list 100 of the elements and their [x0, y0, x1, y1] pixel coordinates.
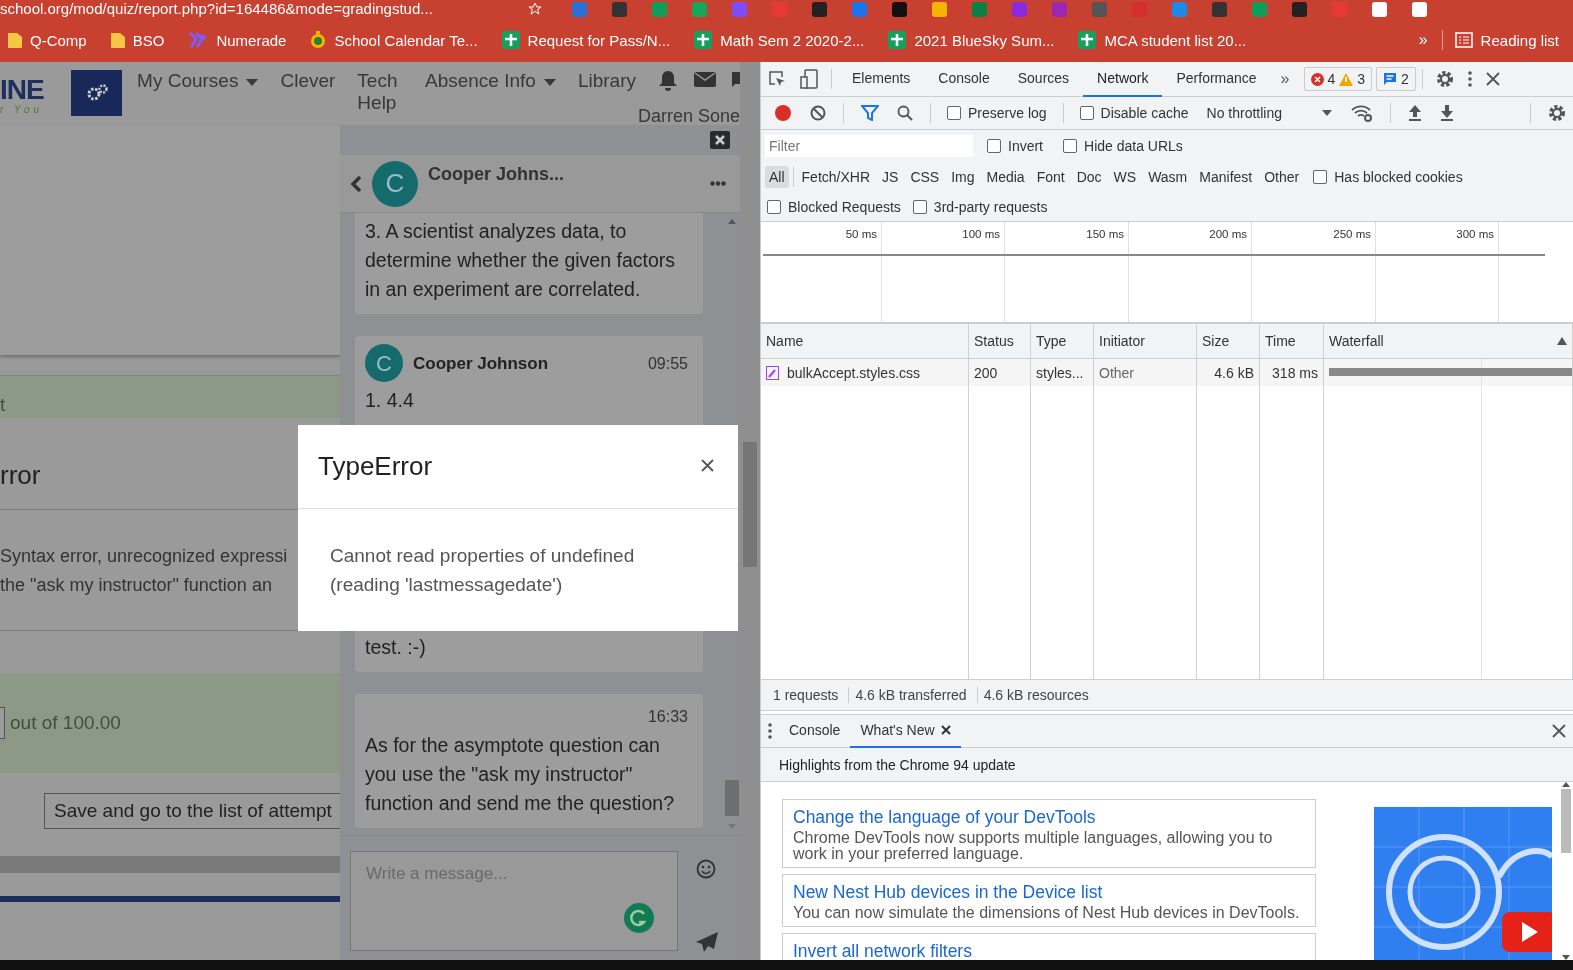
extension-icon[interactable]: [1212, 1, 1227, 17]
feature-card[interactable]: Change the language of your DevTools Chrome DevTools now supports multiple languages, allowing you to work in your preferred language.: [782, 799, 1316, 868]
up-arrow-icon[interactable]: [1562, 782, 1570, 787]
blocked-cookies-checkbox[interactable]: Has blocked cookies: [1307, 169, 1469, 185]
type-filter[interactable]: JS: [878, 166, 903, 188]
type-filter[interactable]: Other: [1260, 166, 1304, 188]
type-filter[interactable]: Fetch/XHR: [797, 166, 875, 188]
contact-name: Cooper Johns...: [428, 164, 565, 185]
devtools-tab[interactable]: Performance: [1162, 61, 1271, 97]
disable-cache-checkbox[interactable]: Disable cache: [1073, 105, 1195, 121]
blocked-requests-checkbox[interactable]: Blocked Requests: [761, 198, 907, 215]
reading-list-button[interactable]: Reading list: [1454, 31, 1559, 49]
bookmark[interactable]: Q-Comp: [8, 31, 87, 49]
more-tabs[interactable]: »: [1270, 70, 1300, 88]
star-icon[interactable]: [528, 2, 542, 16]
scrollbar[interactable]: [1559, 782, 1573, 960]
extension-icon[interactable]: [1412, 1, 1427, 17]
throttling-dropdown[interactable]: No throttling: [1198, 105, 1340, 121]
scrollbar-thumb[interactable]: [724, 780, 739, 816]
feature-link[interactable]: Invert all network filters: [793, 940, 1305, 960]
scrollbar[interactable]: [740, 62, 760, 960]
column-header[interactable]: Type: [1031, 323, 1094, 359]
feature-card[interactable]: New Nest Hub devices in the Device list You can now simulate the dimensions of Nest Hub devices in DevTools.: [782, 874, 1316, 927]
issues-counter[interactable]: 4 3: [1303, 67, 1373, 91]
type-filter[interactable]: Doc: [1072, 166, 1106, 188]
extension-icon[interactable]: [812, 1, 827, 17]
back-icon[interactable]: [350, 174, 362, 193]
waves-icon: [188, 31, 209, 49]
extension-icon[interactable]: [1372, 1, 1387, 17]
settings-icon: [1435, 70, 1454, 88]
save-button[interactable]: Save and go to the list of attempt: [44, 793, 340, 829]
column-header[interactable]: Name: [761, 323, 969, 359]
nav-link[interactable]: My Courses: [137, 70, 259, 92]
close-icon: [1552, 724, 1566, 738]
user-name[interactable]: Darren Sone: [637, 106, 740, 127]
filter-field[interactable]: Filter: [765, 135, 973, 157]
table-cell: 200: [969, 359, 1031, 386]
extension-icon[interactable]: [932, 1, 947, 17]
g-icon[interactable]: [624, 903, 654, 933]
bookmark[interactable]: MCA student list 20...: [1078, 31, 1247, 49]
type-filter[interactable]: Img: [947, 166, 979, 188]
devtools-tab[interactable]: Elements: [838, 61, 925, 97]
bell-icon[interactable]: [658, 70, 678, 92]
type-filter[interactable]: Manifest: [1195, 166, 1257, 188]
hide-data-urls-checkbox[interactable]: Hide data URLs: [1057, 138, 1189, 154]
extension-icon[interactable]: [892, 1, 907, 17]
feature-link[interactable]: Change the language of your DevTools: [793, 806, 1305, 828]
nav-link[interactable]: Absence Info: [425, 70, 556, 92]
nav-link[interactable]: Tech Help: [357, 70, 403, 114]
column-header[interactable]: Waterfall: [1324, 323, 1573, 359]
bookmarks-overflow[interactable]: »: [1418, 31, 1428, 49]
message-time: 16:33: [646, 707, 688, 727]
sheet-icon: [1078, 31, 1097, 49]
bookmark[interactable]: Math Sem 2 2020-2...: [694, 31, 865, 49]
type-filter[interactable]: CSS: [906, 166, 944, 188]
third-party-checkbox[interactable]: 3rd-party requests: [906, 198, 1054, 215]
bookmark[interactable]: BSO: [110, 31, 165, 49]
bookmark[interactable]: School Calendar Te...: [310, 31, 478, 49]
settings-button[interactable]: [71, 70, 123, 116]
grade-field[interactable]: [0, 707, 5, 739]
feature-link[interactable]: New Nest Hub devices in the Device list: [793, 881, 1305, 903]
column-header[interactable]: Initiator: [1094, 323, 1197, 359]
drawer-tab[interactable]: Console: [779, 714, 851, 748]
nav-link[interactable]: Library: [577, 70, 636, 92]
close-button[interactable]: [710, 131, 730, 149]
extension-icon[interactable]: [612, 1, 627, 17]
devtools-tab[interactable]: Sources: [1003, 61, 1084, 97]
type-filter[interactable]: Wasm: [1144, 166, 1192, 188]
block-icon: [810, 105, 826, 121]
nav-link[interactable]: Clever: [280, 70, 336, 92]
column-header[interactable]: Size: [1197, 323, 1260, 359]
down-arrow-icon[interactable]: [1562, 955, 1570, 960]
table-cell: styles...: [1031, 359, 1094, 386]
type-filter[interactable]: All: [765, 166, 789, 188]
summary-text: 4.6 kB transferred: [849, 687, 978, 703]
type-filter[interactable]: Font: [1032, 166, 1069, 188]
messages-counter[interactable]: 2: [1376, 67, 1416, 91]
smiley-icon[interactable]: [696, 859, 716, 879]
stylesheet-icon: [766, 365, 779, 380]
column-header[interactable]: Time: [1260, 323, 1324, 359]
bookmark[interactable]: 2021 BlueSky Sum...: [888, 31, 1055, 49]
close-icon[interactable]: [940, 725, 951, 735]
feature-card[interactable]: Invert all network filters: [782, 933, 1316, 960]
mail-icon[interactable]: [694, 70, 716, 88]
bookmark[interactable]: Request for Pass/N...: [501, 31, 671, 49]
devtools-tab[interactable]: Console: [924, 61, 1004, 97]
invert-checkbox[interactable]: Invert: [981, 138, 1049, 154]
type-filter[interactable]: Media: [982, 166, 1029, 188]
scrollbar-thumb[interactable]: [1561, 789, 1571, 853]
preserve-log-checkbox[interactable]: Preserve log: [941, 105, 1053, 121]
tick-label: 250 ms: [1333, 228, 1371, 242]
wifi-gear-icon: [1351, 104, 1373, 122]
column-header[interactable]: Status: [969, 323, 1031, 359]
bookmark[interactable]: Numerade: [188, 31, 287, 49]
scrollbar-thumb[interactable]: [743, 442, 757, 567]
scrollbar[interactable]: [0, 856, 340, 873]
type-filter[interactable]: WS: [1109, 166, 1141, 188]
more-icon[interactable]: [710, 181, 726, 186]
send-icon[interactable]: [696, 932, 718, 952]
extension-icon[interactable]: [1292, 1, 1307, 17]
